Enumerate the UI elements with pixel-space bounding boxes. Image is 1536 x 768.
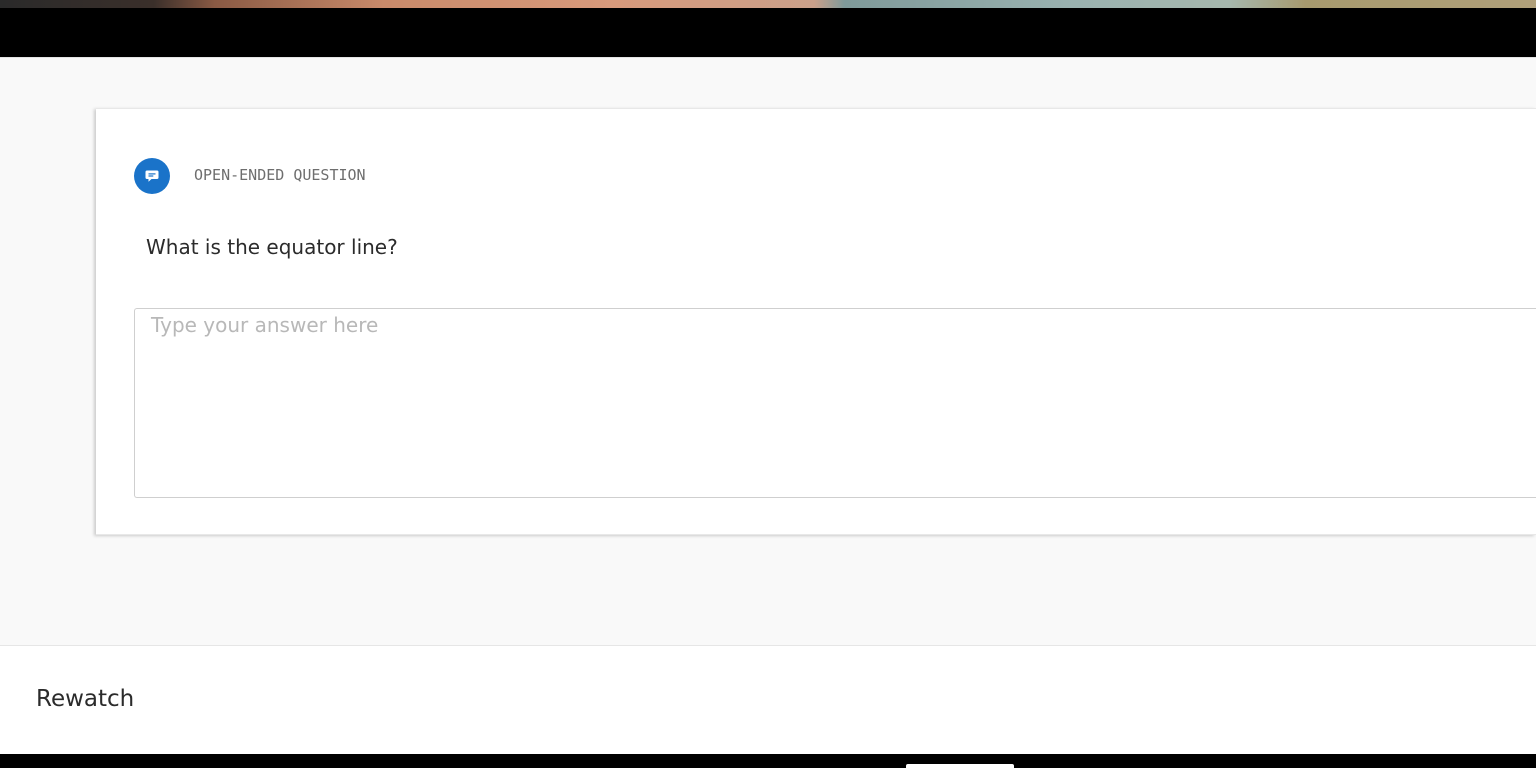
rewatch-button[interactable]: Rewatch <box>36 686 134 712</box>
bottom-black-bar <box>0 754 1536 768</box>
question-type-label: OPEN-ENDED QUESTION <box>194 166 366 184</box>
video-frame-strip <box>0 0 1536 8</box>
video-letterbox-bar <box>0 8 1536 57</box>
question-text: What is the equator line? <box>146 235 398 259</box>
divider <box>0 57 1536 58</box>
question-card: OPEN-ENDED QUESTION What is the equator … <box>96 108 1536 535</box>
answer-input[interactable] <box>134 308 1536 498</box>
speech-bubble-icon <box>134 158 170 194</box>
footer-bar: Rewatch <box>0 646 1536 754</box>
bottom-handle <box>906 764 1014 768</box>
